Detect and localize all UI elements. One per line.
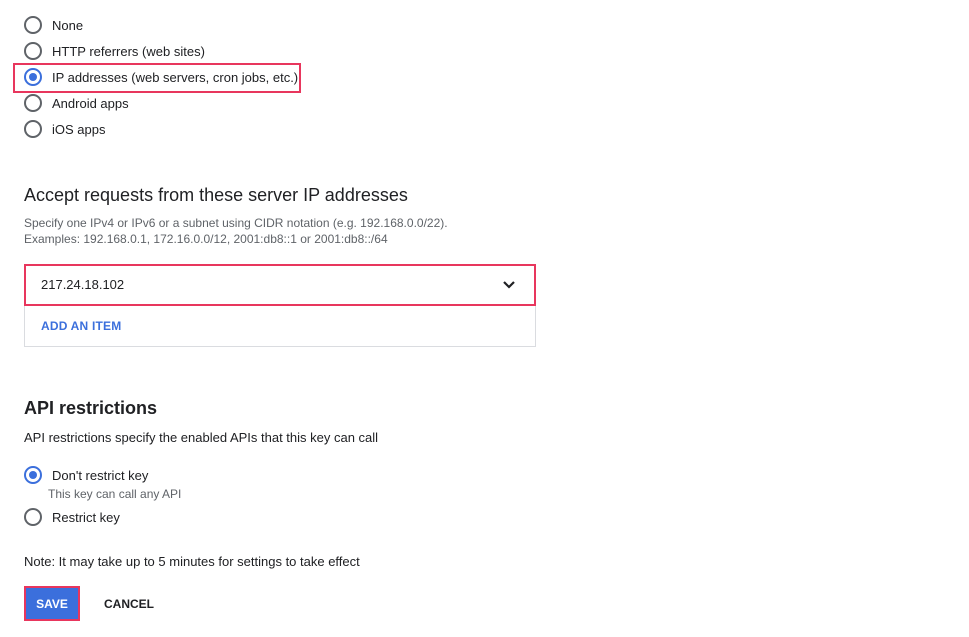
- radio-option-http-referrers[interactable]: HTTP referrers (web sites): [24, 41, 205, 61]
- ip-help-line1: Specify one IPv4 or IPv6 or a subnet usi…: [24, 216, 448, 230]
- ip-item-field[interactable]: 217.24.18.102: [24, 264, 536, 306]
- radio-label: Don't restrict key: [52, 467, 149, 483]
- radio-option-android-apps[interactable]: Android apps: [24, 93, 129, 113]
- save-button[interactable]: SAVE: [24, 586, 80, 621]
- radio-label: IP addresses (web servers, cron jobs, et…: [52, 69, 299, 85]
- radio-label: iOS apps: [52, 121, 106, 137]
- radio-button[interactable]: [24, 120, 42, 138]
- radio-button[interactable]: [24, 508, 42, 526]
- radio-option-restrict-key[interactable]: Restrict key: [24, 507, 120, 527]
- radio-button-selected[interactable]: [24, 466, 42, 484]
- api-restrictions-title: API restrictions: [24, 398, 158, 418]
- radio-label: Android apps: [52, 95, 129, 111]
- radio-option-ip-addresses[interactable]: IP addresses (web servers, cron jobs, et…: [24, 67, 298, 87]
- radio-label: Restrict key: [52, 509, 120, 525]
- ip-help-line2: Examples: 192.168.0.1, 172.16.0.0/12, 20…: [24, 232, 388, 246]
- radio-option-none[interactable]: None: [24, 15, 83, 35]
- radio-button-selected[interactable]: [24, 68, 42, 86]
- radio-label: None: [52, 17, 84, 33]
- add-item-button[interactable]: ADD AN ITEM: [41, 319, 121, 333]
- radio-label: HTTP referrers (web sites): [52, 43, 205, 59]
- ip-item-value[interactable]: 217.24.18.102: [41, 277, 124, 292]
- radio-button[interactable]: [24, 42, 42, 60]
- radio-option-ios-apps[interactable]: iOS apps: [24, 119, 105, 139]
- api-restrictions-description: API restrictions specify the enabled API…: [24, 430, 379, 445]
- radio-button[interactable]: [24, 16, 42, 34]
- ip-section-title: Accept requests from these server IP add…: [24, 185, 408, 205]
- radio-button[interactable]: [24, 94, 42, 112]
- radio-sublabel: This key can call any API: [48, 487, 182, 501]
- cancel-button[interactable]: CANCEL: [94, 586, 164, 621]
- radio-option-dont-restrict-key[interactable]: Don't restrict key: [24, 465, 148, 485]
- chevron-down-icon[interactable]: [502, 278, 516, 292]
- settings-note: Note: It may take up to 5 minutes for se…: [24, 554, 360, 569]
